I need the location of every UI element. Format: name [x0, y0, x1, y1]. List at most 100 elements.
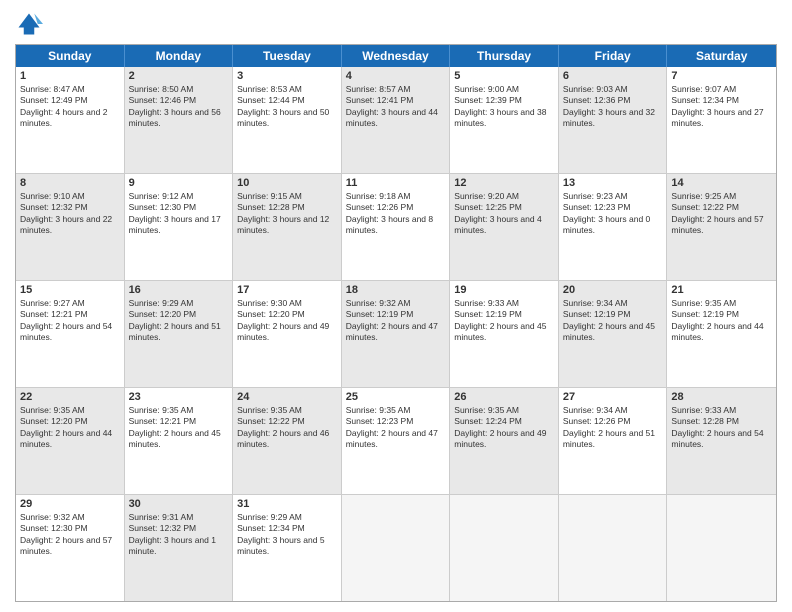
day-number: 27 [563, 391, 663, 403]
day-number: 22 [20, 391, 120, 403]
day-number: 1 [20, 70, 120, 82]
header-day-thursday: Thursday [450, 45, 559, 67]
cell-info: Sunrise: 8:50 AM Sunset: 12:46 PM Daylig… [129, 84, 229, 130]
day-number: 16 [129, 284, 229, 296]
day-number: 12 [454, 177, 554, 189]
day-number: 14 [671, 177, 772, 189]
cell-info: Sunrise: 9:32 AM Sunset: 12:30 PM Daylig… [20, 512, 120, 558]
header-day-tuesday: Tuesday [233, 45, 342, 67]
cell-info: Sunrise: 9:23 AM Sunset: 12:23 PM Daylig… [563, 191, 663, 237]
cell-info: Sunrise: 9:35 AM Sunset: 12:20 PM Daylig… [20, 405, 120, 451]
day-cell-28: 28 Sunrise: 9:33 AM Sunset: 12:28 PM Dayl… [667, 388, 776, 494]
day-number: 11 [346, 177, 446, 189]
page: SundayMondayTuesdayWednesdayThursdayFrid… [0, 0, 792, 612]
header-day-wednesday: Wednesday [342, 45, 451, 67]
calendar-row-0: 1 Sunrise: 8:47 AM Sunset: 12:49 PM Dayli… [16, 67, 776, 174]
day-cell-7: 7 Sunrise: 9:07 AM Sunset: 12:34 PM Dayli… [667, 67, 776, 173]
day-number: 6 [563, 70, 663, 82]
day-number: 18 [346, 284, 446, 296]
cell-info: Sunrise: 9:35 AM Sunset: 12:19 PM Daylig… [671, 298, 772, 344]
day-cell-27: 27 Sunrise: 9:34 AM Sunset: 12:26 PM Dayl… [559, 388, 668, 494]
day-cell-17: 17 Sunrise: 9:30 AM Sunset: 12:20 PM Dayl… [233, 281, 342, 387]
day-number: 15 [20, 284, 120, 296]
day-cell-26: 26 Sunrise: 9:35 AM Sunset: 12:24 PM Dayl… [450, 388, 559, 494]
header-day-saturday: Saturday [667, 45, 776, 67]
day-cell-19: 19 Sunrise: 9:33 AM Sunset: 12:19 PM Dayl… [450, 281, 559, 387]
cell-info: Sunrise: 9:18 AM Sunset: 12:26 PM Daylig… [346, 191, 446, 237]
day-cell-30: 30 Sunrise: 9:31 AM Sunset: 12:32 PM Dayl… [125, 495, 234, 601]
cell-info: Sunrise: 9:07 AM Sunset: 12:34 PM Daylig… [671, 84, 772, 130]
calendar-header: SundayMondayTuesdayWednesdayThursdayFrid… [16, 45, 776, 67]
cell-info: Sunrise: 9:31 AM Sunset: 12:32 PM Daylig… [129, 512, 229, 558]
day-number: 10 [237, 177, 337, 189]
day-cell-12: 12 Sunrise: 9:20 AM Sunset: 12:25 PM Dayl… [450, 174, 559, 280]
cell-info: Sunrise: 9:29 AM Sunset: 12:34 PM Daylig… [237, 512, 337, 558]
cell-info: Sunrise: 9:34 AM Sunset: 12:19 PM Daylig… [563, 298, 663, 344]
day-cell-4: 4 Sunrise: 8:57 AM Sunset: 12:41 PM Dayli… [342, 67, 451, 173]
day-number: 23 [129, 391, 229, 403]
calendar-row-1: 8 Sunrise: 9:10 AM Sunset: 12:32 PM Dayli… [16, 174, 776, 281]
cell-info: Sunrise: 9:33 AM Sunset: 12:19 PM Daylig… [454, 298, 554, 344]
day-cell-29: 29 Sunrise: 9:32 AM Sunset: 12:30 PM Dayl… [16, 495, 125, 601]
calendar-body: 1 Sunrise: 8:47 AM Sunset: 12:49 PM Dayli… [16, 67, 776, 601]
header-day-monday: Monday [125, 45, 234, 67]
day-cell-23: 23 Sunrise: 9:35 AM Sunset: 12:21 PM Dayl… [125, 388, 234, 494]
day-cell-3: 3 Sunrise: 8:53 AM Sunset: 12:44 PM Dayli… [233, 67, 342, 173]
cell-info: Sunrise: 9:10 AM Sunset: 12:32 PM Daylig… [20, 191, 120, 237]
day-cell-11: 11 Sunrise: 9:18 AM Sunset: 12:26 PM Dayl… [342, 174, 451, 280]
calendar-row-4: 29 Sunrise: 9:32 AM Sunset: 12:30 PM Dayl… [16, 495, 776, 601]
cell-info: Sunrise: 9:35 AM Sunset: 12:21 PM Daylig… [129, 405, 229, 451]
cell-info: Sunrise: 9:29 AM Sunset: 12:20 PM Daylig… [129, 298, 229, 344]
day-number: 21 [671, 284, 772, 296]
day-number: 7 [671, 70, 772, 82]
day-cell-22: 22 Sunrise: 9:35 AM Sunset: 12:20 PM Dayl… [16, 388, 125, 494]
day-cell-10: 10Sunrise: 9:15 AM Sunset: 12:28 PM Dayl… [233, 174, 342, 280]
header-day-friday: Friday [559, 45, 668, 67]
day-cell-6: 6Sunrise: 9:03 AM Sunset: 12:36 PM Dayli… [559, 67, 668, 173]
day-number: 31 [237, 498, 337, 510]
empty-cell-4-3 [342, 495, 451, 601]
cell-info: Sunrise: 8:53 AM Sunset: 12:44 PM Daylig… [237, 84, 337, 130]
logo-icon [15, 10, 43, 38]
cell-info: Sunrise: 9:35 AM Sunset: 12:22 PM Daylig… [237, 405, 337, 451]
cell-info: Sunrise: 9:33 AM Sunset: 12:28 PM Daylig… [671, 405, 772, 451]
day-cell-1: 1 Sunrise: 8:47 AM Sunset: 12:49 PM Dayli… [16, 67, 125, 173]
day-cell-14: 14Sunrise: 9:25 AM Sunset: 12:22 PM Dayl… [667, 174, 776, 280]
day-number: 4 [346, 70, 446, 82]
day-cell-24: 24Sunrise: 9:35 AM Sunset: 12:22 PM Dayl… [233, 388, 342, 494]
day-number: 19 [454, 284, 554, 296]
day-number: 13 [563, 177, 663, 189]
cell-info: Sunrise: 8:57 AM Sunset: 12:41 PM Daylig… [346, 84, 446, 130]
day-cell-9: 9Sunrise: 9:12 AM Sunset: 12:30 PM Dayli… [125, 174, 234, 280]
day-cell-13: 13 Sunrise: 9:23 AM Sunset: 12:23 PM Dayl… [559, 174, 668, 280]
cell-info: Sunrise: 9:35 AM Sunset: 12:24 PM Daylig… [454, 405, 554, 451]
calendar: SundayMondayTuesdayWednesdayThursdayFrid… [15, 44, 777, 602]
day-number: 9 [129, 177, 229, 189]
day-cell-8: 8 Sunrise: 9:10 AM Sunset: 12:32 PM Dayli… [16, 174, 125, 280]
cell-info: Sunrise: 9:35 AM Sunset: 12:23 PM Daylig… [346, 405, 446, 451]
cell-info: Sunrise: 8:47 AM Sunset: 12:49 PM Daylig… [20, 84, 120, 130]
cell-info: Sunrise: 9:20 AM Sunset: 12:25 PM Daylig… [454, 191, 554, 237]
day-number: 3 [237, 70, 337, 82]
day-cell-5: 5Sunrise: 9:00 AM Sunset: 12:39 PM Dayli… [450, 67, 559, 173]
cell-info: Sunrise: 9:27 AM Sunset: 12:21 PM Daylig… [20, 298, 120, 344]
cell-info: Sunrise: 9:34 AM Sunset: 12:26 PM Daylig… [563, 405, 663, 451]
cell-info: Sunrise: 9:00 AM Sunset: 12:39 PM Daylig… [454, 84, 554, 130]
cell-info: Sunrise: 9:32 AM Sunset: 12:19 PM Daylig… [346, 298, 446, 344]
day-number: 2 [129, 70, 229, 82]
day-cell-31: 31 Sunrise: 9:29 AM Sunset: 12:34 PM Dayl… [233, 495, 342, 601]
day-number: 17 [237, 284, 337, 296]
day-number: 26 [454, 391, 554, 403]
day-cell-20: 20 Sunrise: 9:34 AM Sunset: 12:19 PM Dayl… [559, 281, 668, 387]
logo [15, 10, 47, 38]
cell-info: Sunrise: 9:30 AM Sunset: 12:20 PM Daylig… [237, 298, 337, 344]
day-cell-18: 18 Sunrise: 9:32 AM Sunset: 12:19 PM Dayl… [342, 281, 451, 387]
header-day-sunday: Sunday [16, 45, 125, 67]
day-number: 30 [129, 498, 229, 510]
day-number: 29 [20, 498, 120, 510]
day-cell-25: 25Sunrise: 9:35 AM Sunset: 12:23 PM Dayl… [342, 388, 451, 494]
day-number: 20 [563, 284, 663, 296]
day-number: 8 [20, 177, 120, 189]
day-number: 28 [671, 391, 772, 403]
day-cell-2: 2 Sunrise: 8:50 AM Sunset: 12:46 PM Dayli… [125, 67, 234, 173]
